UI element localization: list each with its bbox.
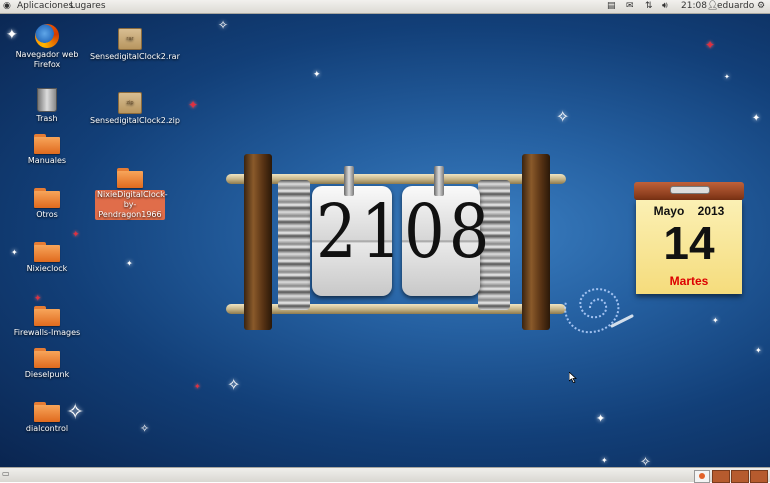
star-decoration: ✧ <box>640 455 651 468</box>
desktop-icon-zip[interactable]: zip SensedigitalClock2.zip <box>90 92 180 126</box>
calendar-weekday: Martes <box>669 274 709 288</box>
calendar-year: 2013 <box>697 204 725 218</box>
star-decoration: ✦ <box>601 456 608 465</box>
star-decoration: ✦ <box>752 113 761 124</box>
nixie-clock-widget[interactable]: 21 08 <box>226 152 566 334</box>
desktop-icon-dialcontrol[interactable]: dialcontrol <box>7 402 87 434</box>
star-decoration: ✦ <box>72 230 80 240</box>
desktop-icon-label: dialcontrol <box>25 424 69 433</box>
show-desktop-icon[interactable]: ▭ <box>2 469 10 478</box>
folder-icon <box>34 306 60 326</box>
desktop-icon-nixieclock[interactable]: Nixieclock <box>7 242 87 274</box>
gear-icon[interactable]: ⚙ <box>757 1 765 11</box>
clock-rod-top <box>226 174 566 184</box>
desktop[interactable]: ✦ ✧ ✦ ✦ ✦ ✧ ✦ ✦ ✦ ✦ ✦ ✧ ✦ ✧ ✧ ✦ ✧ ✦ ✦ ✦ … <box>0 14 770 467</box>
desktop-icon-label: Trash <box>36 114 58 123</box>
star-decoration: ✦ <box>712 316 719 325</box>
folder-icon <box>117 168 143 188</box>
archive-icon: zip <box>118 92 142 114</box>
star-decoration: ✦ <box>126 259 133 268</box>
desktop-icon-label: Dieselpunk <box>24 370 70 379</box>
folder-icon <box>34 348 60 368</box>
desktop-icon-label: Manuales <box>27 156 67 165</box>
desktop-icon-label: Firewalls-Images <box>13 328 81 337</box>
firefox-icon <box>35 24 59 48</box>
top-panel: ◉ Aplicaciones Lugares ▤ ✉ ⇅ 🔊︎ 21:08 👤︎… <box>0 0 770 14</box>
trash-icon <box>37 88 57 112</box>
star-decoration: ✦ <box>755 346 762 355</box>
star-decoration: ✦ <box>596 412 606 425</box>
user-menu[interactable]: eduardo <box>717 1 754 11</box>
clock-rod-bottom <box>226 304 566 314</box>
workspace-1[interactable] <box>694 470 710 483</box>
desktop-icon-label: Navegador web Firefox <box>15 50 79 69</box>
desktop-icon-otros[interactable]: Otros <box>7 188 87 220</box>
menu-applications[interactable]: Aplicaciones <box>17 1 73 11</box>
clock-post-right <box>522 154 550 330</box>
folder-icon <box>34 402 60 422</box>
mouse-cursor-icon <box>569 372 577 383</box>
desktop-icon-label: NixieDigitalClock-by-Pendragon1966 <box>95 190 168 220</box>
workspace-2[interactable] <box>712 470 730 483</box>
desktop-icon-label: SensedigitalClock2.zip <box>90 116 180 125</box>
desktop-icon-trash[interactable]: Trash <box>7 88 87 124</box>
clock-applet[interactable]: 21:08 <box>681 1 707 11</box>
network-icon[interactable]: ⇅ <box>645 1 653 11</box>
desktop-icon-dieselpunk[interactable]: Dieselpunk <box>7 348 87 380</box>
star-decoration: ✦ <box>194 382 201 391</box>
calendar-day: 14 <box>663 217 715 269</box>
clock-post-left <box>244 154 272 330</box>
ubuntu-logo-icon[interactable]: ◉ <box>3 1 11 11</box>
star-decoration: ✧ <box>556 107 570 126</box>
desktop-icon-rar[interactable]: rar SensedigitalClock2.rar <box>90 28 180 62</box>
desktop-icon-manuales[interactable]: Manuales <box>7 134 87 166</box>
bottom-panel: ▭ <box>0 467 770 483</box>
desktop-icon-nixiedigitalclock[interactable]: NixieDigitalClock-by-Pendragon1966 <box>90 168 170 220</box>
desktop-icon-label: SensedigitalClock2.rar <box>90 52 180 61</box>
desktop-icon-label: Otros <box>36 210 58 219</box>
folder-icon <box>34 242 60 262</box>
folder-icon <box>34 134 60 154</box>
star-decoration: ✧ <box>227 375 241 394</box>
archive-icon: rar <box>118 28 142 50</box>
calendar-ring-icon <box>670 186 710 194</box>
display-icon[interactable]: ▤ <box>607 1 616 11</box>
star-decoration: ✦ <box>705 38 716 52</box>
comet-swirl-decoration <box>564 288 634 334</box>
firefox-mini-icon <box>699 473 705 479</box>
star-decoration: ✦ <box>34 294 42 304</box>
clock-minutes: 08 <box>404 190 494 276</box>
volume-icon[interactable]: 🔊︎ <box>662 1 668 11</box>
star-decoration: ✦ <box>188 98 199 112</box>
desktop-icon-label: Nixieclock <box>26 264 68 273</box>
workspace-4[interactable] <box>750 470 768 483</box>
calendar-widget[interactable]: Mayo 2013 14 Martes <box>634 182 744 294</box>
desktop-icon-firewalls-images[interactable]: Firewalls-Images <box>7 306 87 338</box>
clock-hours: 21 <box>316 190 406 276</box>
star-decoration: ✦ <box>724 73 730 81</box>
menu-places[interactable]: Lugares <box>70 1 106 11</box>
star-decoration: ✧ <box>140 422 150 435</box>
star-decoration: ✦ <box>313 70 321 80</box>
folder-icon <box>34 188 60 208</box>
desktop-icon-firefox[interactable]: Navegador web Firefox <box>7 24 87 70</box>
calendar-page: Mayo 2013 14 Martes <box>636 200 742 294</box>
calendar-month: Mayo <box>653 204 685 218</box>
workspace-3[interactable] <box>731 470 749 483</box>
calendar-month-year: Mayo 2013 <box>636 204 742 218</box>
mail-icon[interactable]: ✉ <box>626 1 634 11</box>
gear-icon <box>278 180 310 310</box>
star-decoration: ✧ <box>218 18 229 32</box>
